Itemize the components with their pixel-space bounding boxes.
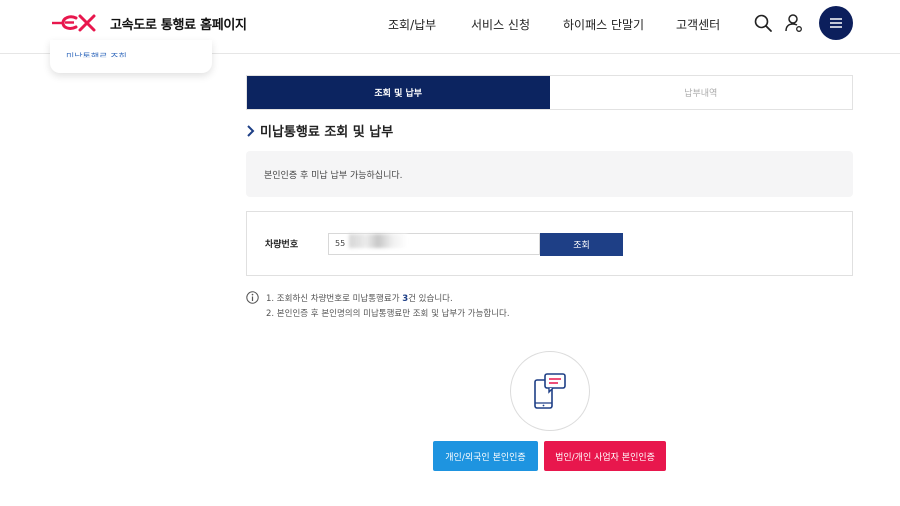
nav-inquiry-payment[interactable]: 조회/납부 [388, 16, 436, 33]
note-line-1-pre: 1. 조회하신 차량번호로 미납통행료가 [266, 294, 403, 304]
info-icon [246, 291, 259, 304]
auth-illustration [510, 351, 590, 431]
tab-payment-history[interactable]: 납부내역 [549, 76, 852, 109]
phone-chat-icon [534, 373, 566, 409]
tab-bar: 조회 및 납부 납부내역 [246, 75, 853, 110]
section-heading: 미납통행료 조회 및 납부 [246, 121, 393, 140]
user-icon[interactable] [784, 13, 804, 33]
search-icon[interactable] [753, 13, 773, 33]
nav-hipass-device[interactable]: 하이패스 단말기 [563, 16, 644, 33]
sidebar-item-unpaid[interactable]: 미납통행료 조회 [66, 50, 127, 57]
nav-customer-center[interactable]: 고객센터 [676, 16, 720, 33]
sidebar-menu-card: 미납통행료 조회 [50, 40, 212, 73]
note-line-1: 1. 조회하신 차량번호로 미납통행료가 3건 있습니다. [266, 292, 453, 304]
info-box: 본인인증 후 미납 납부 가능하십니다. [246, 151, 853, 197]
menu-button[interactable] [819, 6, 853, 40]
vehicle-number-value: 55 [335, 239, 346, 248]
ex-logo-icon [52, 14, 96, 32]
search-button[interactable]: 조회 [540, 233, 623, 256]
page-title: 미납통행료 조회 및 납부 [260, 125, 394, 140]
tab-inquiry-payment[interactable]: 조회 및 납부 [247, 76, 550, 109]
chevron-right-icon [247, 124, 255, 137]
personal-auth-button[interactable]: 개인/외국인 본인인증 [433, 441, 538, 471]
masked-plate-area [349, 234, 407, 248]
note-line-1-post: 건 있습니다. [408, 294, 453, 304]
nav-service-application[interactable]: 서비스 신청 [471, 16, 530, 33]
vehicle-search-form: 차량번호 55 조회 [246, 211, 853, 276]
note-line-2: 2. 본인인증 후 본인명의의 미납통행료만 조회 및 납부가 가능합니다. [266, 309, 510, 319]
logo[interactable]: 고속도로 통행료 홈페이지 [50, 12, 247, 34]
site-title: 고속도로 통행료 홈페이지 [110, 17, 247, 33]
info-text: 본인인증 후 미납 납부 가능하십니다. [264, 171, 403, 181]
corporate-auth-button[interactable]: 법인/개인 사업자 본인인증 [544, 441, 666, 471]
hamburger-menu-icon [830, 18, 842, 28]
vehicle-number-label: 차량번호 [265, 240, 299, 250]
